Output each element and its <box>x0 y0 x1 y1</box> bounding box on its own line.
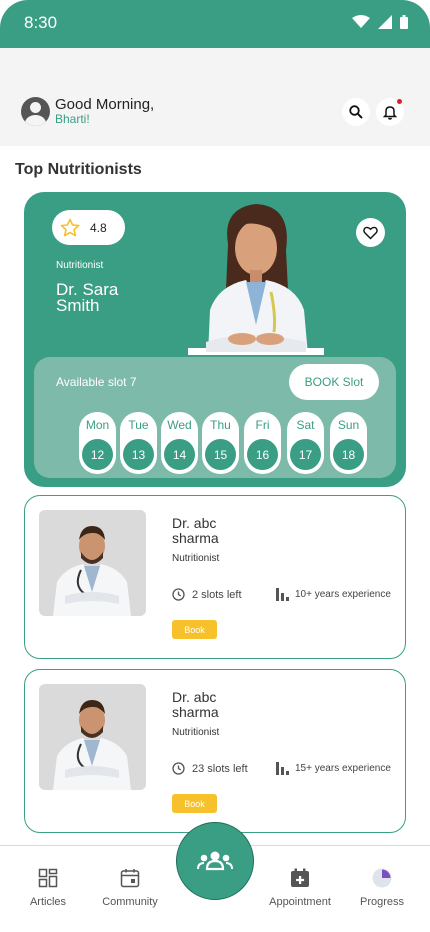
nav-label: Articles <box>29 896 67 908</box>
user-name: Bharti! <box>55 112 90 126</box>
battery-icon <box>400 15 408 29</box>
doctor-photo <box>39 684 146 790</box>
book-button[interactable]: Book <box>172 620 217 639</box>
day-name: Sun <box>337 418 360 432</box>
nav-label: Progress <box>359 896 405 908</box>
experience: 15+ years experience <box>276 761 391 775</box>
experience-text: 10+ years experience <box>295 588 391 600</box>
day-number: 16 <box>247 439 278 470</box>
doctor-card[interactable]: Dr. abc sharma Nutritionist 2 slots left… <box>24 495 406 659</box>
day-selector: Mon 12 Tue 13 Wed 14 Thu 15 Fri 16 Sat 1… <box>34 412 396 474</box>
avatar[interactable] <box>21 97 50 126</box>
slots-left-text: 2 slots left <box>192 588 242 601</box>
slots-left-text: 23 slots left <box>192 762 248 775</box>
group-icon <box>197 851 233 871</box>
day-chip[interactable]: Tue 13 <box>120 412 157 474</box>
day-number: 13 <box>123 439 154 470</box>
featured-nutritionist-card[interactable]: 4.8 Nutritionist Dr. Sara Smith Availabl… <box>24 192 406 487</box>
calendar-plus-icon <box>291 868 309 887</box>
section-title: Top Nutritionists <box>15 161 142 178</box>
slots-left: 23 slots left <box>172 762 248 775</box>
nav-appointment[interactable]: Appointment <box>255 846 345 932</box>
day-number: 12 <box>82 439 113 470</box>
community-center-button[interactable] <box>176 822 254 900</box>
doctor-photo <box>39 510 146 616</box>
rating-badge: 4.8 <box>52 210 125 245</box>
doctor-role: Nutritionist <box>172 727 220 738</box>
greeting-text: Good Morning, <box>55 96 155 113</box>
book-slot-button[interactable]: BOOK Slot <box>289 364 379 400</box>
slots-left: 2 slots left <box>172 588 242 601</box>
status-icons <box>352 15 408 29</box>
day-chip[interactable]: Fri 16 <box>244 412 281 474</box>
calendar-icon <box>120 869 140 888</box>
day-chip[interactable]: Wed 14 <box>161 412 198 474</box>
featured-name: Dr. Sara Smith <box>56 280 119 315</box>
star-icon <box>60 218 80 236</box>
day-chip[interactable]: Mon 12 <box>79 412 116 474</box>
signal-icon <box>378 15 392 29</box>
slot-panel: Available slot 7 BOOK Slot Mon 12 Tue 13… <box>34 357 396 478</box>
wifi-icon <box>352 15 370 28</box>
available-slots-label: Available slot 7 <box>56 375 137 389</box>
doctor-card[interactable]: Dr. abc sharma Nutritionist 23 slots lef… <box>24 669 406 833</box>
experience-text: 15+ years experience <box>295 762 391 774</box>
clock-icon <box>172 762 185 775</box>
day-number: 14 <box>164 439 195 470</box>
search-button[interactable] <box>342 98 370 126</box>
doctor-name: Dr. abc sharma <box>172 689 219 720</box>
doctor-name: Dr. abc sharma <box>172 515 219 546</box>
nav-label: Appointment <box>269 896 331 908</box>
bottom-nav: Articles Community Appointment Progress <box>0 822 430 932</box>
status-time: 8:30 <box>24 13 58 32</box>
day-chip[interactable]: Sat 17 <box>287 412 324 474</box>
notification-dot <box>397 99 402 104</box>
bar-chart-icon <box>276 762 289 775</box>
nav-label: Community <box>102 896 158 908</box>
grid-icon <box>38 868 58 888</box>
nav-articles[interactable]: Articles <box>3 846 93 932</box>
day-name: Sat <box>296 418 315 432</box>
progress-icon <box>372 868 392 888</box>
doctor-photo <box>188 204 324 355</box>
day-number: 18 <box>333 439 364 470</box>
featured-role: Nutritionist <box>56 260 104 271</box>
experience: 10+ years experience <box>276 587 391 601</box>
book-button[interactable]: Book <box>172 794 217 813</box>
day-chip[interactable]: Thu 15 <box>202 412 239 474</box>
doctor-role: Nutritionist <box>172 553 220 564</box>
rating-value: 4.8 <box>90 220 107 235</box>
favorite-button[interactable] <box>356 218 385 247</box>
notifications-button[interactable] <box>376 98 404 126</box>
day-number: 15 <box>205 439 236 470</box>
day-name: Fri <box>255 418 270 432</box>
day-chip[interactable]: Sun 18 <box>330 412 367 474</box>
day-name: Wed <box>167 418 192 432</box>
day-name: Thu <box>210 418 231 432</box>
day-number: 17 <box>290 439 321 470</box>
heart-icon <box>363 226 378 239</box>
nav-community[interactable]: Community <box>85 846 175 932</box>
nav-progress[interactable]: Progress <box>337 846 427 932</box>
status-bar: 8:30 <box>0 0 430 48</box>
day-name: Mon <box>85 418 110 432</box>
search-icon <box>349 105 363 119</box>
clock-icon <box>172 588 185 601</box>
bell-icon <box>383 105 397 120</box>
bar-chart-icon <box>276 588 289 601</box>
day-name: Tue <box>128 418 149 432</box>
